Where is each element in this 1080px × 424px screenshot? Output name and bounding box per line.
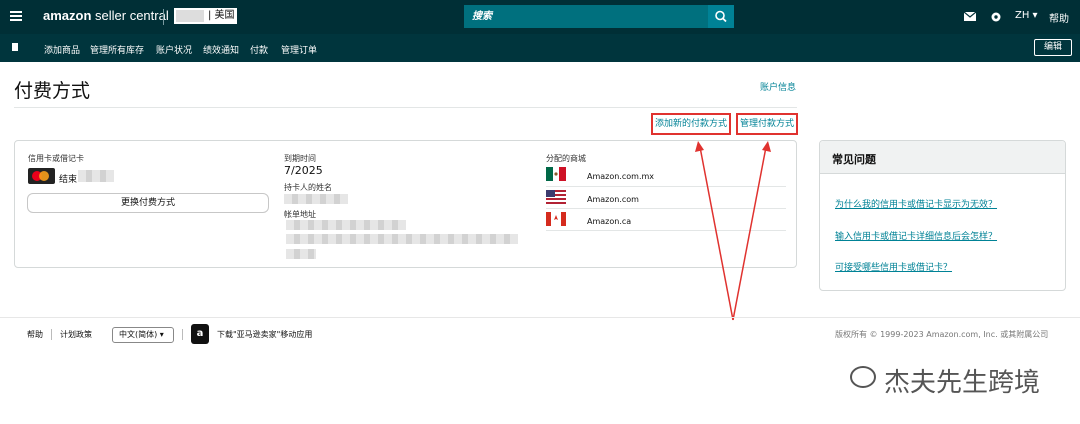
page-title: 付费方式 (14, 80, 91, 102)
marketplace-us: Amazon.com (587, 195, 639, 204)
language-switch[interactable]: ZH ▾ (1015, 10, 1038, 21)
mexico-flag-icon (546, 167, 566, 181)
search-icon (715, 10, 727, 23)
faq-link-invalid-card[interactable]: 为什么我的信用卡或借记卡显示为无效？ (835, 197, 997, 210)
billing-address-label: 帐单地址 (284, 210, 316, 219)
annotation-arrows (695, 141, 771, 321)
top-header: amazon seller central | 美国 搜索 ZH ▾ 帮助 (0, 0, 1080, 34)
cardholder-label: 持卡人的姓名 (284, 183, 332, 192)
nav-bar: 添加商品 管理所有库存 账户状况 绩效通知 付款 管理订单 编辑 (0, 34, 1080, 62)
nav-payments[interactable]: 付款 (250, 43, 268, 56)
marketplace-mx: Amazon.com.mx (587, 172, 655, 181)
footer-separator (51, 329, 52, 340)
language-select[interactable]: 中文(简体) ▾ (112, 327, 174, 343)
account-info-link[interactable]: 账户信息 (760, 80, 796, 93)
nav-manage-inventory[interactable]: 管理所有库存 (90, 43, 144, 56)
search-input[interactable]: 搜索 (464, 5, 708, 28)
logo-divider (163, 9, 164, 25)
help-link[interactable]: 帮助 (1049, 10, 1069, 25)
marketplace-ca: Amazon.ca (587, 217, 632, 226)
mail-icon[interactable] (964, 12, 976, 21)
bookmark-icon[interactable] (12, 43, 18, 51)
edit-button[interactable]: 编辑 (1034, 39, 1072, 56)
marketplaces-label: 分配的商城 (546, 154, 586, 163)
faq-link-after-entering[interactable]: 输入信用卡或借记卡详细信息后会怎样？ (835, 229, 997, 242)
card-type-label: 信用卡或借记卡 (28, 154, 84, 163)
store-name-blurred (176, 10, 204, 22)
faq-title: 常见问题 (820, 141, 1065, 174)
mastercard-icon (28, 168, 55, 184)
billing-address-blurred-2 (286, 234, 518, 244)
cardholder-blurred (284, 194, 348, 204)
billing-address-blurred-3 (286, 249, 316, 259)
seller-central-logo[interactable]: amazon seller central (43, 8, 169, 23)
faq-link-accepted-cards[interactable]: 可接受哪些信用卡或借记卡？ (835, 260, 952, 273)
title-divider (14, 107, 797, 108)
expiry-label: 到期时间 (284, 154, 316, 163)
us-flag-icon (546, 190, 566, 204)
footer-separator (182, 329, 183, 340)
footer-divider (0, 317, 1080, 318)
footer-help-link[interactable]: 帮助 (27, 329, 43, 340)
footer-policy-link[interactable]: 计划政策 (60, 329, 92, 340)
amazon-app-icon[interactable]: a (191, 324, 209, 344)
nav-manage-orders[interactable]: 管理订单 (281, 43, 317, 56)
menu-icon[interactable] (10, 11, 22, 21)
card-number-blurred (78, 170, 114, 182)
replace-payment-button[interactable]: 更换付费方式 (27, 193, 269, 213)
wechat-icon (850, 366, 876, 388)
store-selector[interactable]: | 美国 (174, 8, 237, 24)
copyright-text: 版权所有 © 1999-2023 Amazon.com, Inc. 或其附属公司 (835, 330, 1049, 339)
billing-address-blurred-1 (286, 220, 406, 230)
canada-flag-icon (546, 212, 566, 226)
nav-performance-notifications[interactable]: 绩效通知 (203, 43, 239, 56)
faq-panel: 常见问题 为什么我的信用卡或借记卡显示为无效？ 输入信用卡或借记卡详细信息后会怎… (819, 140, 1066, 291)
gear-icon[interactable] (990, 11, 1002, 23)
watermark-text: 杰夫先生跨境 (884, 368, 1041, 398)
nav-account-health[interactable]: 账户状况 (156, 43, 192, 56)
card-ending-label: 结束 (59, 175, 78, 185)
nav-add-product[interactable]: 添加商品 (44, 43, 80, 56)
search-button[interactable] (708, 5, 734, 28)
add-payment-method-link[interactable]: 添加新的付款方式 (651, 113, 732, 135)
manage-payment-methods-link[interactable]: 管理付款方式 (736, 113, 799, 135)
download-app-link[interactable]: 下载"亚马逊卖家"移动应用 (217, 329, 312, 340)
expiry-value: 7/2025 (284, 164, 323, 177)
